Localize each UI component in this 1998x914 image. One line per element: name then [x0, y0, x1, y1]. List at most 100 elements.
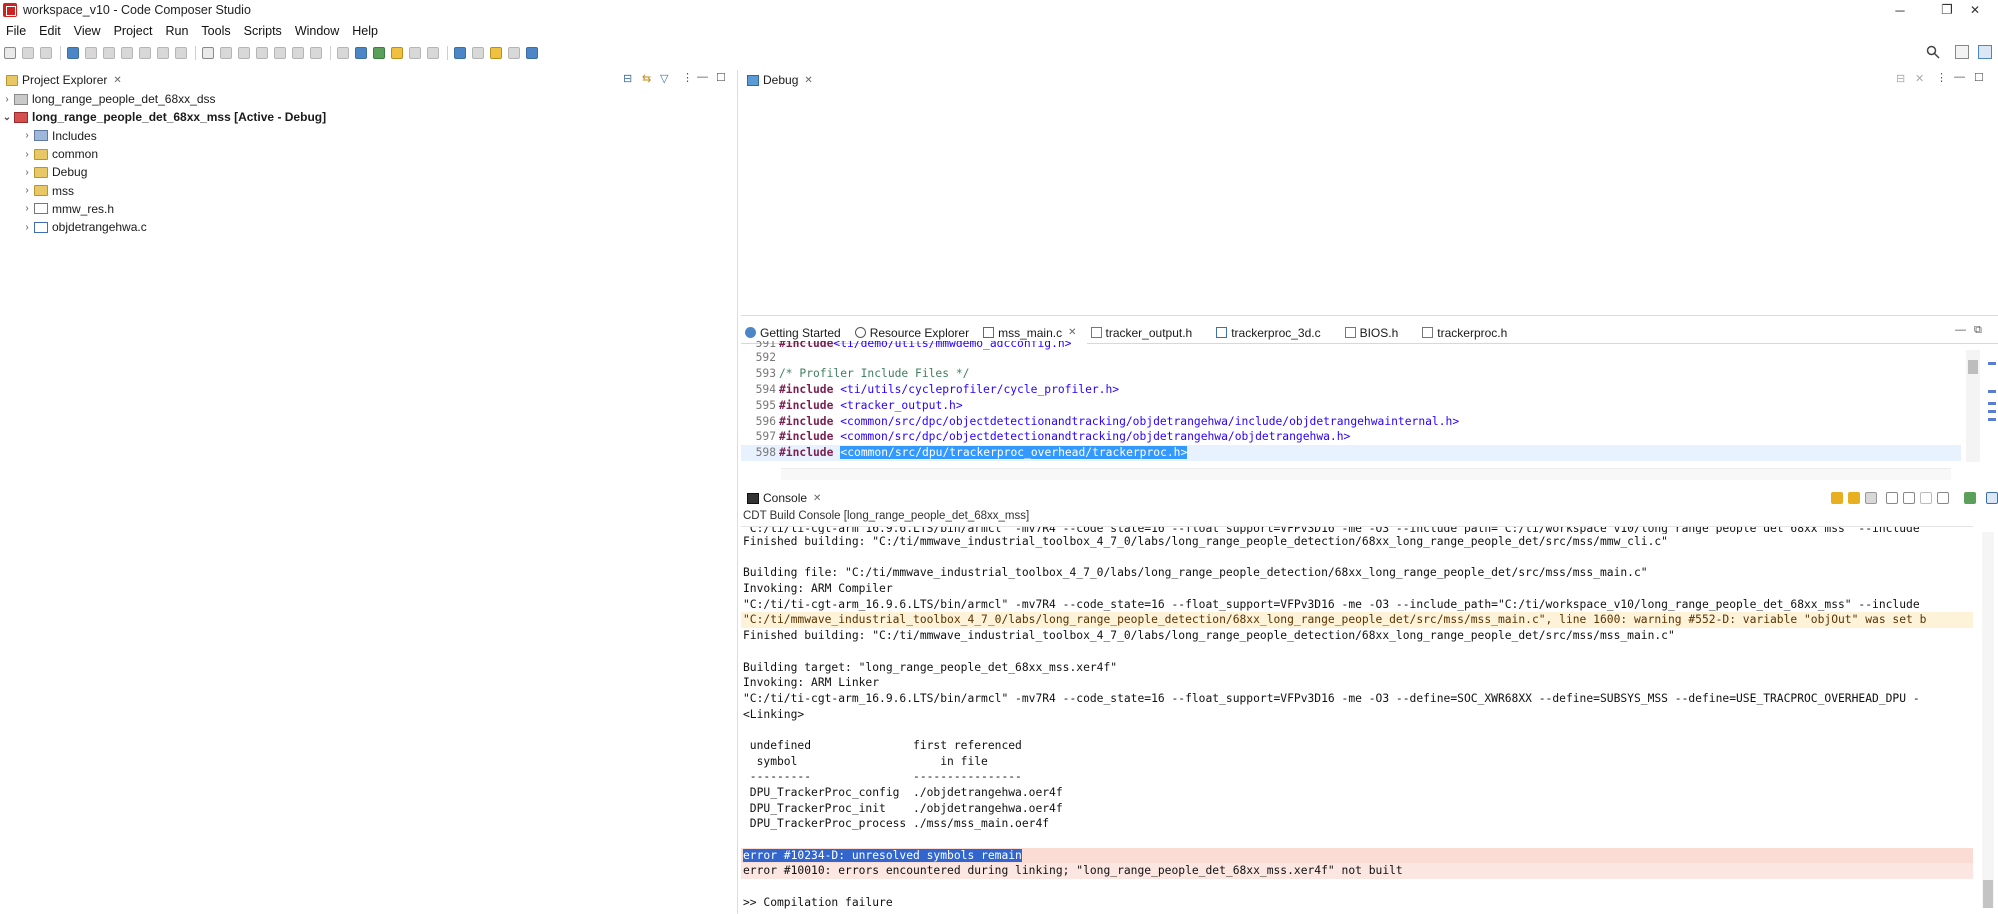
console-output[interactable]: "C:/ti/ti-cgt-arm_16.9.6.LTS/bin/armcl" …: [741, 526, 1973, 914]
tree-item-objdetrangehwa-c[interactable]: › objdetrangehwa.c: [0, 218, 738, 236]
close-button[interactable]: ✕: [1952, 0, 1998, 20]
load-program-icon[interactable]: [238, 47, 250, 59]
open-perspective-icon[interactable]: [526, 47, 538, 59]
tab-console[interactable]: Console ✕: [741, 488, 827, 508]
search-icon[interactable]: [1926, 45, 1940, 59]
scrollbar-thumb[interactable]: [1983, 880, 1993, 908]
maximize-view-icon[interactable]: ☐: [716, 71, 726, 84]
flash-icon[interactable]: [391, 47, 403, 59]
open-type-icon[interactable]: [472, 47, 484, 59]
memory-browser-icon[interactable]: [202, 47, 214, 59]
expand-chevron-icon[interactable]: ›: [20, 185, 34, 196]
collapse-all-icon[interactable]: ⊟: [623, 72, 632, 85]
scrollbar-thumb[interactable]: [1968, 360, 1978, 374]
restart-icon[interactable]: [274, 47, 286, 59]
step-over-icon[interactable]: [157, 47, 169, 59]
clear-console-icon[interactable]: [1886, 492, 1898, 504]
expand-chevron-icon[interactable]: ›: [20, 130, 34, 141]
annotation-next-icon[interactable]: [490, 47, 502, 59]
tab-debug[interactable]: Debug ✕: [741, 70, 819, 90]
menu-edit[interactable]: Edit: [33, 21, 68, 41]
save-all-icon[interactable]: [40, 47, 52, 59]
save-icon[interactable]: [22, 47, 34, 59]
maximize-view-icon[interactable]: ☐: [1974, 71, 1984, 84]
view-menu-icon[interactable]: ⋮: [1936, 71, 1947, 84]
assembly-step-icon[interactable]: [310, 47, 322, 59]
tree-item-includes[interactable]: › Includes: [0, 127, 738, 145]
step-into-icon[interactable]: [139, 47, 151, 59]
tree-item-mss[interactable]: › mss: [0, 181, 738, 199]
word-wrap-icon[interactable]: [1903, 492, 1915, 504]
display-console-icon[interactable]: [1964, 492, 1976, 504]
editor-horizontal-scrollbar[interactable]: [781, 468, 1951, 480]
perspective-switch-icon[interactable]: [1955, 45, 1969, 59]
expand-chevron-icon[interactable]: ›: [0, 94, 14, 105]
menu-project[interactable]: Project: [108, 21, 160, 41]
reset-icon[interactable]: [292, 47, 304, 59]
minimize-button[interactable]: ─: [1877, 0, 1923, 20]
expand-chevron-icon[interactable]: ›: [20, 167, 34, 178]
minimize-view-icon[interactable]: —: [1955, 324, 1966, 336]
close-icon[interactable]: ✕: [113, 75, 121, 86]
run-debug-icon[interactable]: [355, 47, 367, 59]
overview-ruler[interactable]: [1987, 352, 1997, 462]
connect-target-icon[interactable]: [220, 47, 232, 59]
menu-help[interactable]: Help: [346, 21, 385, 41]
menu-tools[interactable]: Tools: [195, 21, 237, 41]
close-icon[interactable]: ✕: [804, 75, 812, 86]
code-area[interactable]: 591 #include <ti/demo/utils/mmwdemo_adcc…: [741, 341, 1961, 461]
tree-item-mss-project[interactable]: ⌄ long_range_people_det_68xx_mss [Active…: [0, 108, 738, 126]
pin-console-icon[interactable]: [1937, 492, 1949, 504]
ruler-mark[interactable]: [1988, 410, 1996, 413]
run-to-line-icon[interactable]: [409, 47, 421, 59]
search-toolbar-icon[interactable]: [454, 47, 466, 59]
scroll-lock-icon[interactable]: [1865, 492, 1877, 504]
link-editor-icon[interactable]: ⇆: [642, 72, 651, 85]
step-return-icon[interactable]: [175, 47, 187, 59]
minimize-view-icon[interactable]: —: [697, 71, 708, 83]
tree-item-debug[interactable]: › Debug: [0, 163, 738, 181]
view-menu-icon[interactable]: ⋮: [682, 71, 693, 84]
debug-perspective-icon[interactable]: [67, 47, 79, 59]
tree-item-common[interactable]: › common: [0, 145, 738, 163]
ruler-mark[interactable]: [1988, 362, 1996, 365]
menu-file[interactable]: File: [0, 21, 33, 41]
debug-perspective-switch-icon[interactable]: [1978, 45, 1992, 59]
remove-all-icon[interactable]: ✕: [1915, 72, 1924, 85]
ruler-mark[interactable]: [1988, 418, 1996, 421]
menu-view[interactable]: View: [68, 21, 108, 41]
tab-project-explorer[interactable]: Project Explorer ✕: [0, 70, 128, 90]
build-icon[interactable]: [373, 47, 385, 59]
terminate-icon[interactable]: [121, 47, 133, 59]
tree-item-mmw-res-h[interactable]: › mmw_res.h: [0, 200, 738, 218]
expand-chevron-icon[interactable]: ›: [20, 149, 34, 160]
console-vertical-scrollbar[interactable]: [1982, 532, 1994, 908]
show-console-icon[interactable]: [1920, 492, 1932, 504]
filter-icon[interactable]: ▽: [660, 72, 668, 85]
previous-error-icon[interactable]: [1848, 492, 1860, 504]
collapse-chevron-icon[interactable]: ⌄: [0, 112, 14, 123]
reload-program-icon[interactable]: [256, 47, 268, 59]
expand-chevron-icon[interactable]: ›: [20, 203, 34, 214]
maximize-view-icon[interactable]: ⧉: [1974, 324, 1982, 337]
external-tools-icon[interactable]: [427, 47, 439, 59]
remove-launches-icon[interactable]: ⊟: [1896, 72, 1905, 85]
open-console-icon[interactable]: [1986, 492, 1998, 504]
minimize-view-icon[interactable]: —: [1954, 71, 1965, 83]
menu-scripts[interactable]: Scripts: [238, 21, 289, 41]
close-icon[interactable]: ✕: [813, 493, 821, 504]
ruler-mark[interactable]: [1988, 390, 1996, 393]
suspend-icon[interactable]: [103, 47, 115, 59]
close-icon[interactable]: ✕: [1068, 327, 1076, 338]
menu-window[interactable]: Window: [289, 21, 346, 41]
editor-vertical-scrollbar[interactable]: [1966, 350, 1980, 462]
resume-icon[interactable]: [85, 47, 97, 59]
back-icon[interactable]: [508, 47, 520, 59]
tree-item-dss-project[interactable]: › long_range_people_det_68xx_dss: [0, 90, 738, 108]
expand-chevron-icon[interactable]: ›: [20, 222, 34, 233]
new-icon[interactable]: [4, 47, 16, 59]
refresh-icon[interactable]: [337, 47, 349, 59]
menu-run[interactable]: Run: [159, 21, 195, 41]
next-error-icon[interactable]: [1831, 492, 1843, 504]
ruler-mark[interactable]: [1988, 402, 1996, 405]
